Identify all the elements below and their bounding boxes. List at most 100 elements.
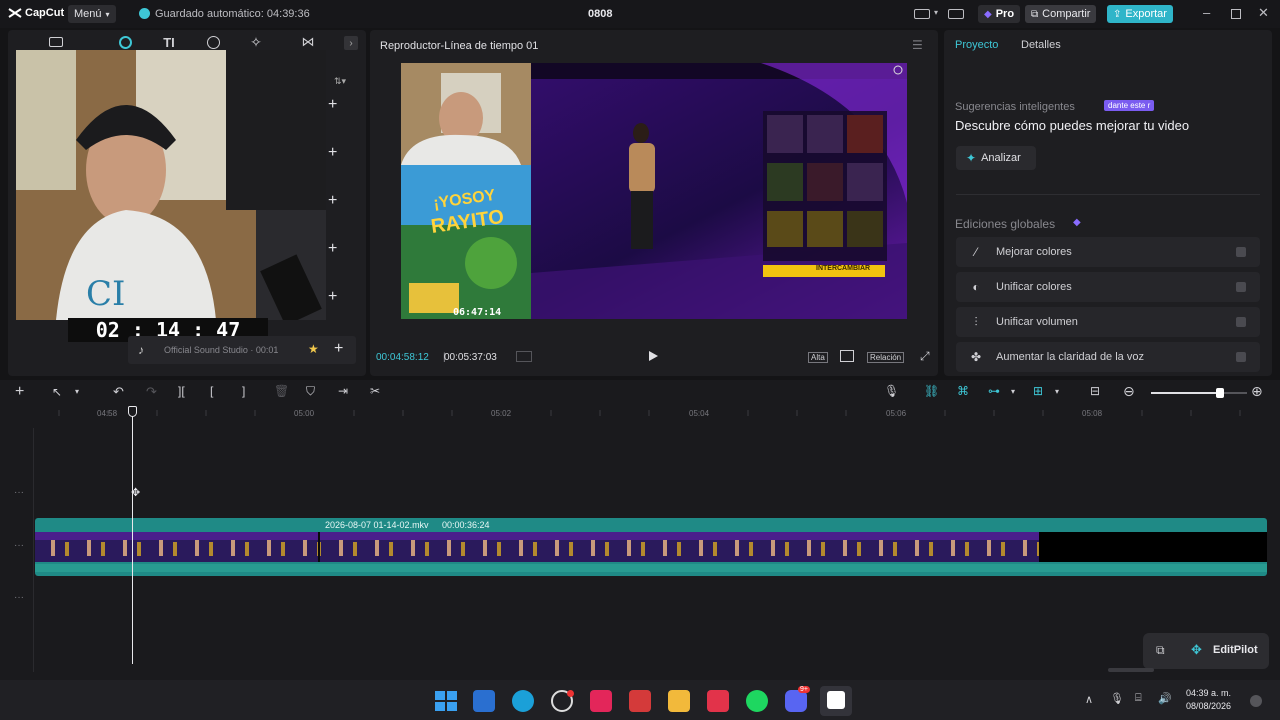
video-clip[interactable]: 2026-08-07 01-14-02.mkv 00:00:36:24 xyxy=(35,518,1267,576)
delete-icon[interactable]: 🗑 xyxy=(274,384,289,398)
transitions-tab-icon[interactable]: ⋈ xyxy=(298,32,318,52)
zoom-out-icon[interactable]: ⊖ xyxy=(1123,383,1135,400)
text-tab-icon[interactable]: TI xyxy=(159,32,179,52)
favorite-star-icon[interactable]: ★ xyxy=(308,342,319,356)
smart-suggestions-badge: dante este r xyxy=(1104,100,1155,111)
tab-details[interactable]: Detalles xyxy=(1021,39,1061,51)
media-tab-icon[interactable] xyxy=(46,32,66,52)
track-menu-icon[interactable]: ··· xyxy=(14,540,24,551)
global-edit-unify-volume[interactable]: ⫶ Unificar volumen xyxy=(956,307,1260,337)
toggle[interactable] xyxy=(1236,247,1246,257)
global-edit-voice-clarity[interactable]: ✤ Aumentar la claridad de la voz xyxy=(956,342,1260,372)
tray-network-icon[interactable]: ⌸ xyxy=(1135,692,1142,705)
audio-tab-icon[interactable] xyxy=(115,32,135,52)
toggle[interactable] xyxy=(1236,282,1246,292)
auto-cut-icon[interactable]: ✂ xyxy=(370,384,380,398)
playhead-handle[interactable] xyxy=(128,406,137,417)
tray-mic-icon[interactable]: 🎙 xyxy=(1110,692,1124,705)
effects-tab-icon[interactable]: ✧ xyxy=(246,32,266,52)
sticker-tab-icon[interactable] xyxy=(203,32,223,52)
menu-button[interactable]: Menú ▾ xyxy=(68,5,116,23)
zoom-slider-track[interactable] xyxy=(1151,388,1247,398)
edge-browser-icon[interactable] xyxy=(512,690,534,712)
add-button-2[interactable]: + xyxy=(328,144,337,162)
store-icon[interactable] xyxy=(473,690,495,712)
shield-icon[interactable]: ⛉ xyxy=(306,384,315,399)
quality-button[interactable]: Alta xyxy=(808,352,828,363)
playhead-line[interactable] xyxy=(132,410,133,664)
track-menu-icon[interactable]: ··· xyxy=(14,487,24,498)
undo-icon[interactable]: ↶ xyxy=(113,384,124,400)
spotify-icon[interactable] xyxy=(746,690,768,712)
add-button-4[interactable]: + xyxy=(328,240,337,258)
svg-text:CI: CI xyxy=(86,274,125,314)
fit-screen-icon[interactable] xyxy=(840,350,854,362)
x-app-icon[interactable] xyxy=(629,690,651,712)
split-icon[interactable]: ][ xyxy=(178,384,185,398)
chevron-right-icon[interactable]: › xyxy=(344,36,358,50)
align-icon[interactable]: ⊞ xyxy=(1033,384,1043,398)
tray-chevron-up-icon[interactable]: ∧ xyxy=(1085,693,1093,706)
redo-icon[interactable]: ↷ xyxy=(146,384,157,400)
snap-chevron-icon[interactable]: ▾ xyxy=(1011,387,1015,396)
video-preview[interactable]: ¡YOSOY RAYITO INTERCAMBIAR 06:47:14 xyxy=(401,63,907,319)
magnet-icon[interactable]: ⌘ xyxy=(957,384,969,398)
snap-icon[interactable]: ⊶ xyxy=(988,384,1000,398)
microphone-icon[interactable]: 🎙 xyxy=(884,384,899,398)
player-menu-icon[interactable]: ☰ xyxy=(912,38,923,52)
taskbar-time[interactable]: 04:39 a. m. xyxy=(1186,688,1231,698)
maximize-icon[interactable] xyxy=(1231,9,1241,19)
sort-icon[interactable]: ⇅▾ xyxy=(334,76,346,87)
play-icon[interactable] xyxy=(649,351,658,361)
trim-left-icon[interactable]: [ xyxy=(210,384,213,398)
freeze-icon[interactable]: ⇥ xyxy=(338,384,348,398)
select-tool-chevron-icon[interactable]: ▾ xyxy=(75,387,79,396)
tab-project[interactable]: Proyecto xyxy=(955,39,998,51)
minimize-icon[interactable]: – xyxy=(1203,5,1210,20)
toggle[interactable] xyxy=(1236,317,1246,327)
file-explorer-icon[interactable] xyxy=(668,690,690,712)
close-icon[interactable]: ✕ xyxy=(1258,5,1269,21)
add-button-5[interactable]: + xyxy=(328,288,337,306)
timecode-grid-icon[interactable] xyxy=(516,351,532,362)
add-button-3[interactable]: + xyxy=(328,192,337,210)
audio-list-item[interactable]: ♪ Official Sound Studio · 00:01 ★ + xyxy=(128,336,356,364)
share-button[interactable]: ⧉ Compartir xyxy=(1025,5,1097,23)
link-icon[interactable]: ⛓ xyxy=(924,384,939,398)
align-chevron-icon[interactable]: ▾ xyxy=(1055,387,1059,396)
editpilot-screen-icon[interactable]: ⧉ xyxy=(1156,643,1165,658)
zoom-in-icon[interactable]: ⊕ xyxy=(1251,383,1263,400)
add-audio-button[interactable]: + xyxy=(334,340,343,358)
ratio-button[interactable]: Relación xyxy=(867,352,905,363)
global-edit-enhance-colors[interactable]: ⁄ Mejorar colores xyxy=(956,237,1260,267)
windows-start-icon[interactable] xyxy=(434,690,457,712)
tiktok-icon[interactable] xyxy=(590,690,612,712)
analyze-button[interactable]: ✦ Analizar xyxy=(956,146,1036,170)
layout-chevron-icon[interactable]: ▾ xyxy=(934,8,938,17)
tray-volume-icon[interactable]: 🔊 xyxy=(1158,692,1172,705)
keyboard-icon[interactable] xyxy=(948,9,964,19)
export-button[interactable]: ⇪ Exportar xyxy=(1107,5,1173,23)
select-tool-icon[interactable]: ↖ xyxy=(52,385,62,399)
notification-center-icon[interactable] xyxy=(1250,695,1262,707)
add-button-1[interactable]: + xyxy=(328,96,337,114)
preview-axis-icon[interactable]: ⊟ xyxy=(1090,384,1100,398)
discord-icon[interactable] xyxy=(785,690,807,712)
editpilot-button[interactable]: ✥ EditPilot xyxy=(1187,637,1267,665)
tiktok-studio-icon[interactable] xyxy=(707,690,729,712)
divider xyxy=(956,194,1260,195)
track-menu-icon[interactable]: ··· xyxy=(14,592,24,603)
capcut-logo-icon xyxy=(8,8,22,18)
taskbar-date[interactable]: 08/08/2026 xyxy=(1186,701,1231,711)
global-edit-unify-colors[interactable]: ◐ Unificar colores xyxy=(956,272,1260,302)
horizontal-scrollbar[interactable] xyxy=(1108,668,1154,672)
global-edit-label: Unificar volumen xyxy=(996,316,1078,328)
layout-icon[interactable] xyxy=(914,9,930,19)
add-track-button[interactable]: + xyxy=(15,383,24,401)
zoom-slider-handle[interactable] xyxy=(1216,388,1225,398)
pro-button[interactable]: ◆ Pro xyxy=(978,5,1021,23)
fullscreen-icon[interactable]: ⤢ xyxy=(920,349,930,364)
trim-right-icon[interactable]: ] xyxy=(242,384,245,398)
capcut-taskbar-active[interactable] xyxy=(820,686,852,716)
toggle[interactable] xyxy=(1236,352,1246,362)
